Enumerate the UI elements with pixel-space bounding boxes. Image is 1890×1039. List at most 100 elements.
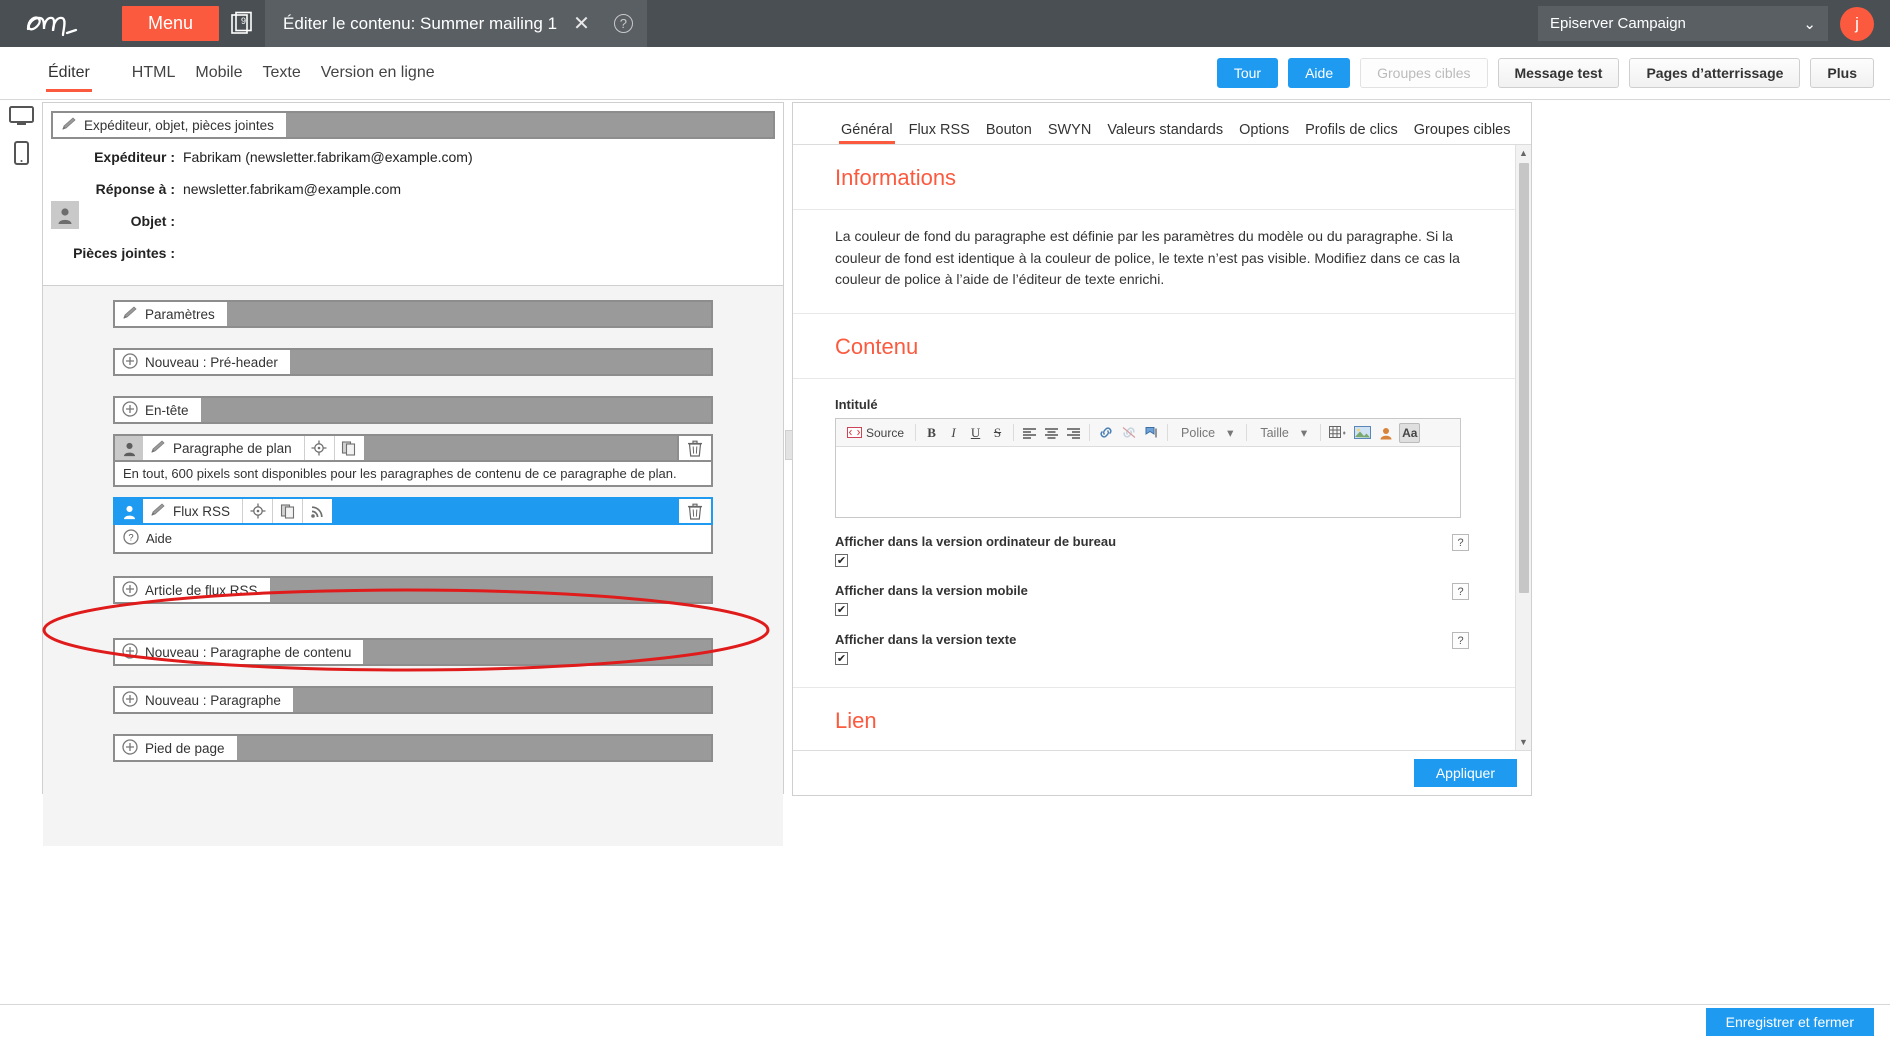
main-area: Expéditeur, objet, pièces jointes Expédi… (0, 100, 1890, 1004)
align-left-icon[interactable] (1020, 423, 1039, 443)
node-label-group-en-tete[interactable]: En-tête (115, 398, 201, 422)
node-strip-en-tete[interactable]: En-tête (113, 396, 713, 424)
align-center-icon[interactable] (1042, 423, 1061, 443)
episerver-logo[interactable] (0, 0, 118, 47)
mobile-icon[interactable] (13, 141, 29, 170)
plus-icon (122, 642, 138, 662)
node-strip-paragraphe-contenu[interactable]: Nouveau : Paragraphe de contenu (113, 638, 713, 666)
align-right-icon[interactable] (1064, 423, 1083, 443)
node-strip-paragraphe[interactable]: Nouveau : Paragraphe (113, 686, 713, 714)
tab-groupes-cibles[interactable]: Groupes cibles (1406, 122, 1519, 144)
node-label-group-paragraphe-contenu[interactable]: Nouveau : Paragraphe de contenu (115, 640, 364, 664)
tab-swyn[interactable]: SWYN (1040, 122, 1100, 144)
font-family-select[interactable]: Police ▾ (1174, 423, 1240, 443)
node-sub-flux-rss[interactable]: ? Aide (113, 525, 713, 554)
help-icon[interactable]: ? (613, 14, 633, 33)
checkbox-texte[interactable]: ✔ (835, 652, 848, 666)
tab-mobile[interactable]: Mobile (185, 56, 252, 90)
node-strip-pre-header[interactable]: Nouveau : Pré-header (113, 348, 713, 376)
appliquer-button[interactable]: Appliquer (1413, 759, 1517, 787)
node-label-group-pre-header[interactable]: Nouveau : Pré-header (115, 350, 290, 374)
node-strip-pied-de-page[interactable]: Pied de page (113, 734, 713, 762)
scroll-thumb[interactable] (1519, 163, 1529, 593)
node-strip-paragraphe-de-plan[interactable]: Paragraphe de plan (113, 434, 713, 462)
node-paragraphe-contenu: Nouveau : Paragraphe de contenu (113, 638, 713, 666)
format-aa-button[interactable]: Aa (1399, 422, 1421, 443)
unlink-icon[interactable] (1119, 423, 1139, 443)
target-icon[interactable] (242, 499, 273, 523)
tab-flux-rss[interactable]: Flux RSS (901, 122, 978, 144)
tab-editer[interactable]: Éditer (38, 56, 100, 92)
bold-button[interactable]: B (922, 423, 941, 443)
user-avatar[interactable]: j (1840, 6, 1874, 41)
node-strip-article-flux-rss[interactable]: Article de flux RSS (113, 576, 713, 604)
strikethrough-button[interactable]: S (988, 423, 1007, 443)
delete-icon[interactable] (677, 436, 711, 460)
tab-version-en-ligne[interactable]: Version en ligne (311, 56, 445, 90)
menu-button[interactable]: Menu (122, 6, 220, 41)
panel-tabs: Général Flux RSS Bouton SWYN Valeurs sta… (793, 103, 1531, 145)
pane-splitter[interactable] (785, 430, 793, 460)
tab-general[interactable]: Général (833, 122, 901, 144)
aide-button[interactable]: Aide (1288, 58, 1351, 88)
image-icon[interactable] (1352, 423, 1373, 443)
delete-icon[interactable] (677, 499, 711, 523)
font-size-select[interactable]: Taille ▾ (1253, 423, 1314, 443)
help-icon[interactable]: ? (1452, 583, 1469, 601)
tab-bouton[interactable]: Bouton (978, 122, 1040, 144)
source-button[interactable]: Source (842, 423, 909, 443)
document-tab[interactable]: Éditer le contenu: Summer mailing 1 ✕ ? (265, 0, 647, 47)
pages-atterrissage-button[interactable]: Pages d’atterrissage (1629, 58, 1801, 88)
scroll-down-arrow[interactable]: ▼ (1516, 734, 1531, 750)
sender-value-reponse[interactable]: newsletter.fabrikam@example.com (183, 181, 401, 197)
properties-panel: Général Flux RSS Bouton SWYN Valeurs sta… (792, 102, 1532, 796)
divider (1013, 424, 1015, 442)
node-label-group-flux-rss[interactable]: Flux RSS (143, 499, 243, 523)
node-strip-flux-rss[interactable]: Flux RSS (113, 497, 713, 525)
underline-button[interactable]: U (966, 423, 985, 443)
personalization-icon[interactable] (1376, 423, 1396, 443)
message-test-button[interactable]: Message test (1497, 58, 1620, 88)
anchor-icon[interactable] (1142, 423, 1161, 443)
rss-icon[interactable] (302, 499, 333, 523)
copy-icon[interactable] (272, 499, 303, 523)
plus-icon (122, 352, 138, 372)
enregistrer-et-fermer-button[interactable]: Enregistrer et fermer (1705, 1008, 1874, 1036)
node-label-group-paragraphe-de-plan[interactable]: Paragraphe de plan (143, 436, 304, 460)
panel-scrollbar[interactable]: ▲ ▼ (1515, 145, 1531, 750)
italic-button[interactable]: I (944, 423, 963, 443)
tab-html[interactable]: HTML (122, 56, 186, 90)
node-label-group-parametres[interactable]: Paramètres (115, 302, 227, 326)
client-selector[interactable]: Episerver Campaign ⌄ (1538, 6, 1828, 41)
tab-options[interactable]: Options (1231, 122, 1297, 144)
tour-button[interactable]: Tour (1216, 58, 1279, 88)
help-icon[interactable]: ? (1452, 632, 1469, 650)
help-icon: ? (123, 529, 139, 548)
tab-texte[interactable]: Texte (253, 56, 311, 90)
checkbox-desktop[interactable]: ✔ (835, 554, 848, 568)
copy-icon[interactable] (333, 436, 364, 460)
tab-profils-de-clics[interactable]: Profils de clics (1297, 122, 1406, 144)
groupes-cibles-button[interactable]: Groupes cibles (1360, 58, 1488, 88)
scroll-up-arrow[interactable]: ▲ (1516, 145, 1531, 161)
node-strip-parametres[interactable]: Paramètres (113, 300, 713, 328)
link-icon[interactable] (1096, 423, 1116, 443)
documents-stack-icon[interactable]: 9 (219, 0, 265, 47)
panel-footer: Appliquer (793, 750, 1531, 795)
desktop-icon[interactable] (8, 106, 34, 131)
sender-value-expediteur[interactable]: Fabrikam (newsletter.fabrikam@example.co… (183, 149, 473, 165)
close-icon[interactable]: ✕ (573, 11, 590, 36)
node-label-group-paragraphe[interactable]: Nouveau : Paragraphe (115, 688, 293, 712)
rte-content-area[interactable] (836, 447, 1460, 518)
tab-valeurs-standards[interactable]: Valeurs standards (1099, 122, 1231, 144)
sender-strip[interactable]: Expéditeur, objet, pièces jointes (51, 111, 775, 139)
node-label-group-pied-de-page[interactable]: Pied de page (115, 736, 237, 760)
target-icon[interactable] (303, 436, 334, 460)
sender-strip-label-group[interactable]: Expéditeur, objet, pièces jointes (53, 113, 286, 137)
preview-mode-rail (0, 100, 42, 1004)
node-label-group-article-flux-rss[interactable]: Article de flux RSS (115, 578, 270, 602)
plus-button[interactable]: Plus (1810, 58, 1874, 88)
checkbox-mobile[interactable]: ✔ (835, 603, 848, 617)
table-icon[interactable] (1327, 423, 1349, 443)
help-icon[interactable]: ? (1452, 534, 1469, 552)
